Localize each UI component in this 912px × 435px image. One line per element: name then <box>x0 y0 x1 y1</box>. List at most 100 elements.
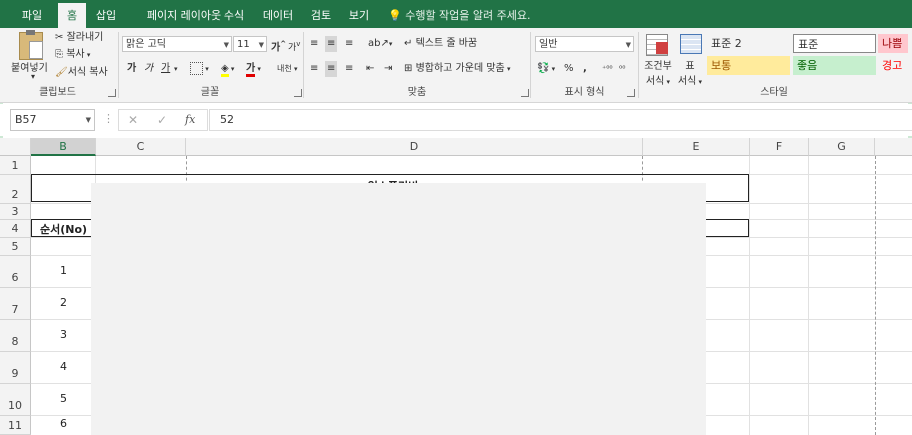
align-bottom-icon[interactable]: ≡ <box>345 36 353 52</box>
cancel-icon[interactable]: ✕ <box>128 113 138 127</box>
orientation-icon[interactable]: ab↗▾ <box>368 36 392 52</box>
underline-dropdown-icon[interactable]: ▾ <box>174 61 178 77</box>
accounting-format-button[interactable]: 💱 ▾ <box>537 61 555 77</box>
conditional-format-button[interactable]: 조건부 서식 ▾ <box>641 57 675 87</box>
borders-button[interactable]: ▾ <box>190 61 209 77</box>
number-format-select[interactable]: 일반 ▼ <box>535 36 634 52</box>
name-box[interactable]: B57 ▼ <box>10 109 95 131</box>
bold-button[interactable]: 가 <box>127 61 136 77</box>
wrap-text-icon: ↵ <box>404 38 416 49</box>
grow-font-button[interactable]: 가^ <box>271 36 286 56</box>
row-header-5[interactable]: 5 <box>0 238 31 256</box>
row-header-11[interactable]: 11 <box>0 416 31 435</box>
copy-button[interactable]: ⎘ 복사 ▾ <box>55 47 90 63</box>
column-header-e[interactable]: E <box>643 138 750 156</box>
format-as-table-icon[interactable] <box>680 34 704 56</box>
format-painter-button[interactable]: 🖌서식 복사 <box>55 65 108 81</box>
decrease-decimal-icon[interactable]: ⁰⁰ <box>619 61 625 77</box>
italic-button[interactable]: 가 <box>144 61 153 77</box>
style-normal[interactable]: 표준 <box>793 34 876 53</box>
cell-b9[interactable]: 4 <box>31 360 96 373</box>
row-header-2[interactable]: 2 <box>0 175 31 204</box>
formula-bar-grip-icon[interactable]: ⋮ <box>103 112 114 125</box>
cell-b11[interactable]: 6 <box>31 417 96 430</box>
tab-review[interactable]: 검토 <box>306 3 336 28</box>
row-header-7[interactable]: 7 <box>0 288 31 320</box>
style-good[interactable]: 좋음 <box>793 56 876 75</box>
clipboard-launcher-icon[interactable] <box>108 89 116 97</box>
tell-me-search[interactable]: 💡 수행할 작업을 알려 주세요. <box>388 3 531 28</box>
cell-b8[interactable]: 3 <box>31 328 96 341</box>
align-center-icon[interactable]: ≡ <box>325 61 338 77</box>
paste-dropdown-icon[interactable]: ▾ <box>31 72 35 81</box>
fill-color-button[interactable]: ◈ ▾ <box>221 61 234 77</box>
style-normal2[interactable]: 표준 2 <box>707 34 790 53</box>
column-header-c[interactable]: C <box>96 138 186 156</box>
column-header-g[interactable]: G <box>809 138 875 156</box>
style-bad[interactable]: 나쁨 <box>878 34 908 53</box>
phonetic-button[interactable]: 내천 ▾ <box>277 61 297 77</box>
tab-insert[interactable]: 삽입 <box>90 3 122 28</box>
currency-icon: 💱 <box>537 63 550 74</box>
number-group-label: 표시 형식 <box>564 87 605 98</box>
conditional-format-icon[interactable] <box>646 34 670 56</box>
row-header-6[interactable]: 6 <box>0 256 31 288</box>
font-color-button[interactable]: 가 ▾ <box>246 61 261 77</box>
shrink-font-button[interactable]: 가v <box>288 36 300 56</box>
cell-b10[interactable]: 5 <box>31 392 96 405</box>
tab-view[interactable]: 보기 <box>344 3 374 28</box>
lightbulb-icon: 💡 <box>388 9 402 22</box>
enter-icon[interactable]: ✓ <box>157 113 167 127</box>
column-header-d[interactable]: D <box>186 138 643 156</box>
column-header-f[interactable]: F <box>750 138 809 156</box>
font-launcher-icon[interactable] <box>294 89 302 97</box>
font-name-select[interactable]: 맑은 고딕 ▼ <box>122 36 232 52</box>
tell-me-text: 수행할 작업을 알려 주세요. <box>405 9 531 22</box>
align-top-icon[interactable]: ≡ <box>310 36 318 52</box>
align-left-icon[interactable]: ≡ <box>310 61 318 77</box>
alignment-launcher-icon[interactable] <box>521 89 529 97</box>
underline-button[interactable]: 가 <box>161 61 170 77</box>
font-size-select[interactable]: 11 ▼ <box>233 36 267 52</box>
style-warning[interactable]: 경고 <box>878 56 908 75</box>
style-neutral[interactable]: 보통 <box>707 56 790 75</box>
row-header-4[interactable]: 4 <box>0 220 31 238</box>
select-all-corner[interactable] <box>0 138 31 156</box>
align-right-icon[interactable]: ≡ <box>345 61 353 77</box>
cut-button[interactable]: ✂ 잘라내기 <box>55 30 103 46</box>
percent-button[interactable]: % <box>564 61 574 77</box>
column-header-next[interactable] <box>875 138 912 156</box>
borders-icon <box>190 61 203 75</box>
gridline <box>808 156 809 435</box>
overlay-panel <box>91 183 706 435</box>
insert-function-icon[interactable]: fx <box>185 113 195 126</box>
tab-home[interactable]: 홈 <box>58 3 86 28</box>
scissors-icon: ✂ <box>55 32 67 43</box>
row-header-10[interactable]: 10 <box>0 384 31 416</box>
header-cell-order-no[interactable]: 순서(No) <box>31 221 96 237</box>
cell-b7[interactable]: 2 <box>31 296 96 309</box>
align-middle-icon[interactable]: ≡ <box>325 36 338 52</box>
increase-decimal-icon[interactable]: ⁺⁰⁰ <box>602 61 613 77</box>
increase-indent-icon[interactable]: ⇥ <box>384 61 392 77</box>
cell-b6[interactable]: 1 <box>31 264 96 277</box>
wrap-text-button[interactable]: ↵ 텍스트 줄 바꿈 <box>404 36 477 52</box>
paste-button[interactable]: 붙여넣기 <box>11 59 48 74</box>
brush-icon: 🖌 <box>55 67 68 78</box>
column-header-b[interactable]: B <box>31 138 96 156</box>
number-launcher-icon[interactable] <box>627 89 635 97</box>
tab-formulas[interactable]: 수식 <box>218 3 250 28</box>
row-header-8[interactable]: 8 <box>0 320 31 352</box>
tab-file[interactable]: 파일 <box>14 3 50 28</box>
row-header-3[interactable]: 3 <box>0 204 31 220</box>
comma-button[interactable]: , <box>583 61 587 77</box>
clipboard-icon[interactable] <box>19 30 43 60</box>
tab-data[interactable]: 데이터 <box>258 3 298 28</box>
decrease-indent-icon[interactable]: ⇤ <box>366 61 374 77</box>
merge-center-button[interactable]: ⊞ 병합하고 가운데 맞춤 ▾ <box>404 61 510 77</box>
formula-input[interactable]: 52 <box>209 109 912 131</box>
format-as-table-button[interactable]: 표 서식 ▾ <box>674 57 706 87</box>
row-header-9[interactable]: 9 <box>0 352 31 384</box>
row-header-1[interactable]: 1 <box>0 156 31 175</box>
name-box-dropdown-icon[interactable]: ▼ <box>86 110 91 130</box>
